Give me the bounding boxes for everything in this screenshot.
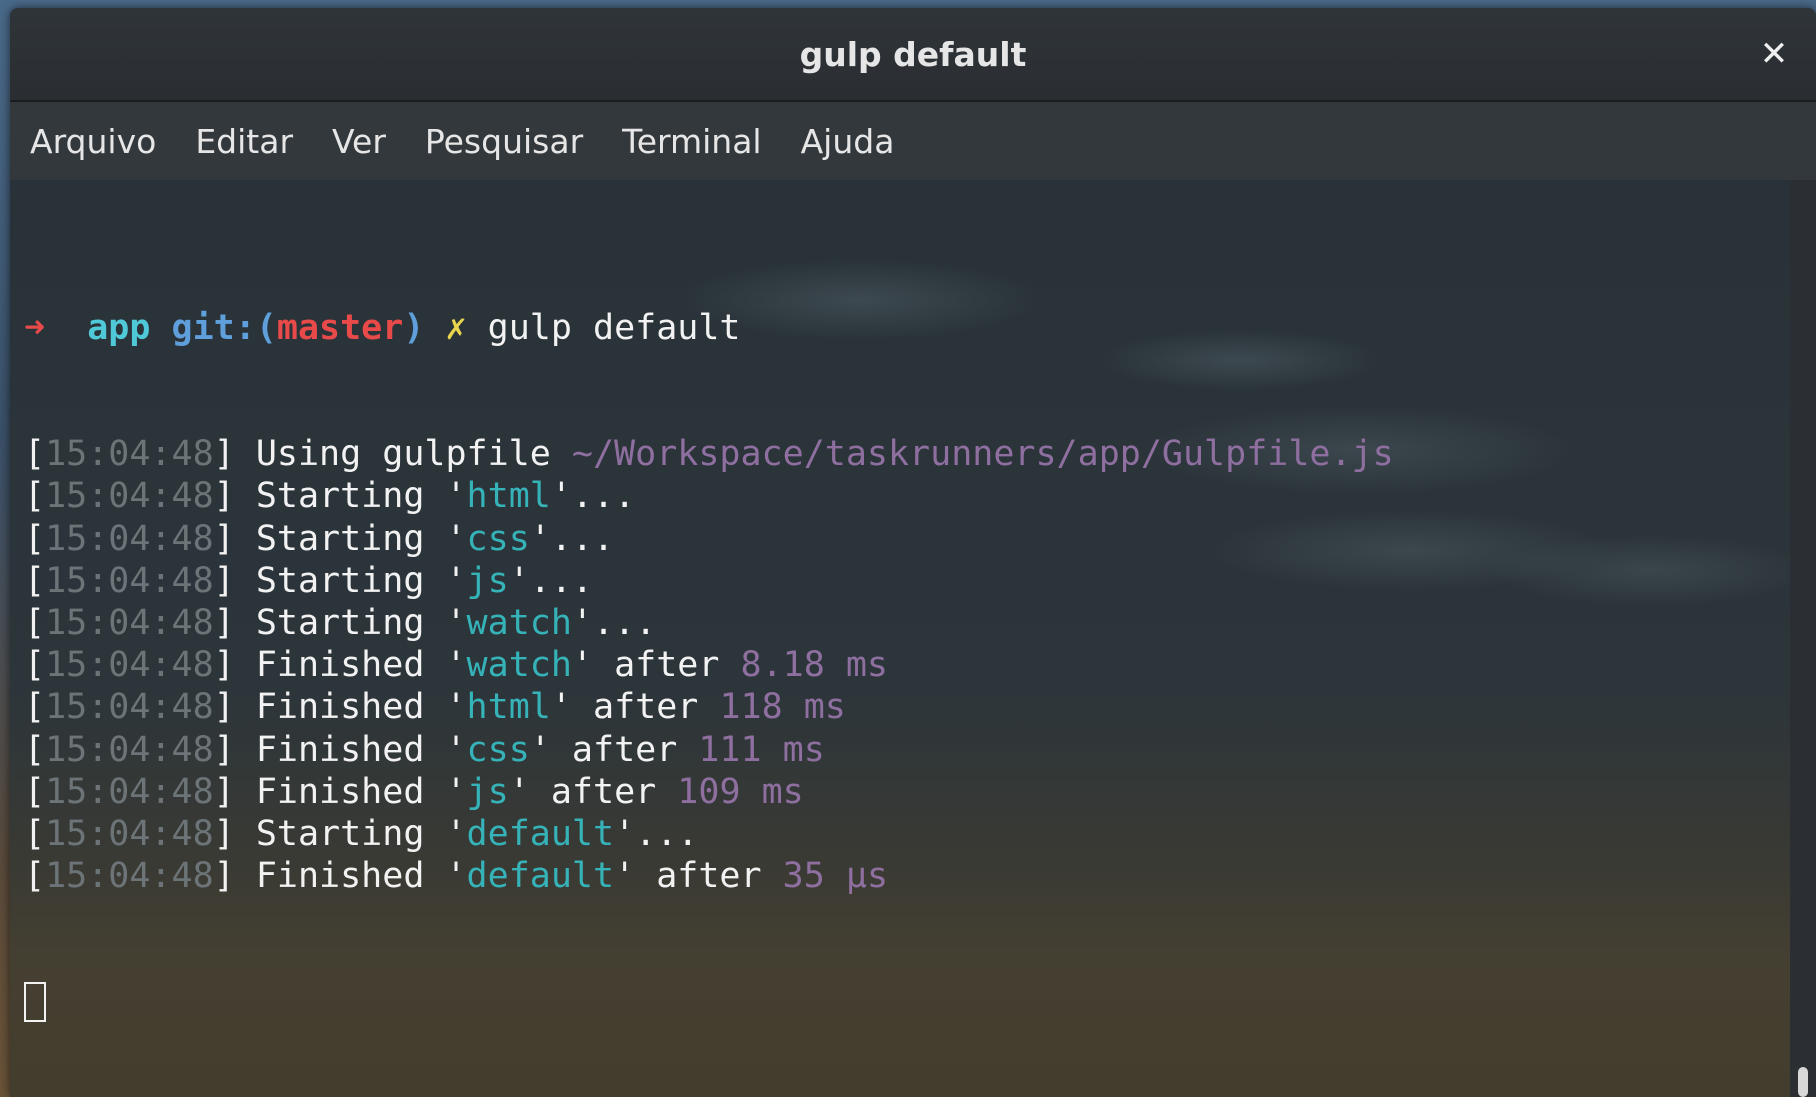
task-name: js (466, 560, 509, 601)
log-line: [15:04:48] Using gulpfile ~/Workspace/ta… (24, 434, 1394, 475)
log-verb: Finished (255, 771, 425, 812)
task-duration: 111 ms (698, 729, 825, 770)
task-name: html (466, 687, 551, 728)
log-verb: Starting (255, 602, 425, 643)
prompt-git-suffix: ) (403, 307, 425, 348)
log-after: after (571, 729, 678, 770)
task-duration: 118 ms (719, 687, 846, 728)
log-timestamp: 15:04:48 (45, 856, 214, 897)
log-line: [15:04:48] Finished 'js' after 109 ms (24, 771, 804, 812)
prompt-command: gulp default (487, 307, 741, 348)
log-timestamp: 15:04:48 (45, 729, 214, 770)
log-timestamp: 15:04:48 (45, 476, 214, 517)
task-name: js (466, 771, 509, 812)
task-name: default (466, 813, 615, 854)
task-duration: 35 μs (782, 856, 889, 897)
task-name: default (466, 856, 615, 897)
menu-item-pesquisar[interactable]: Pesquisar (425, 122, 583, 161)
log-ellipsis: ... (635, 813, 699, 854)
log-line: [15:04:48] Starting 'js'... (24, 560, 593, 601)
log-verb: Finished (255, 687, 425, 728)
log-ellipsis: ... (550, 518, 615, 559)
menu-item-ajuda[interactable]: Ajuda (801, 122, 895, 161)
log-verb: Finished (255, 729, 425, 770)
log-line: [15:04:48] Starting 'watch'... (24, 602, 657, 643)
menu-item-ver[interactable]: Ver (332, 122, 386, 161)
prompt-branch: master (276, 307, 404, 348)
task-name: html (466, 476, 551, 517)
log-timestamp: 15:04:48 (45, 602, 214, 643)
dirty-mark-icon: ✗ (445, 307, 467, 348)
cursor-line (24, 981, 1790, 1024)
log-line: [15:04:48] Starting 'default'... (24, 813, 699, 854)
log-line: [15:04:48] Finished 'default' after 35 μ… (24, 856, 889, 897)
task-name: watch (466, 602, 572, 643)
terminal-window: gulp default ✕ Arquivo Editar Ver Pesqui… (10, 8, 1816, 1097)
scrollbar[interactable] (1790, 180, 1816, 1097)
log-after: after (593, 687, 699, 728)
terminal-cursor (24, 981, 46, 1022)
menu-item-terminal[interactable]: Terminal (622, 122, 761, 161)
log-line: [15:04:48] Starting 'html'... (24, 476, 636, 517)
scrollbar-thumb[interactable] (1798, 1067, 1808, 1097)
log-timestamp: 15:04:48 (45, 560, 214, 601)
task-duration: 109 ms (677, 771, 804, 812)
log-verb: Starting (255, 518, 425, 559)
task-name: watch (466, 645, 572, 686)
menu-bar: Arquivo Editar Ver Pesquisar Terminal Aj… (10, 102, 1816, 180)
log-timestamp: 15:04:48 (45, 687, 214, 728)
title-bar[interactable]: gulp default ✕ (10, 8, 1816, 102)
close-icon[interactable]: ✕ (1754, 34, 1794, 74)
log-timestamp: 15:04:48 (45, 771, 214, 812)
log-line: [15:04:48] Finished 'css' after 111 ms (24, 729, 825, 770)
terminal-output[interactable]: ➜ app git:(master) ✗ gulp default [15:04… (10, 180, 1790, 1097)
log-ellipsis: ... (592, 602, 657, 643)
log-verb: Starting (255, 476, 425, 517)
prompt-git-prefix: git:( (171, 307, 277, 348)
prompt-arrow-icon: ➜ (24, 307, 46, 348)
log-timestamp: 15:04:48 (45, 434, 214, 475)
log-line: [15:04:48] Finished 'html' after 118 ms (24, 687, 846, 728)
menu-item-arquivo[interactable]: Arquivo (30, 122, 156, 161)
log-verb: Starting (255, 560, 425, 601)
menu-item-editar[interactable]: Editar (195, 122, 293, 161)
log-output: [15:04:48] Using gulpfile ~/Workspace/ta… (24, 433, 1790, 897)
log-timestamp: 15:04:48 (45, 645, 214, 686)
log-after: after (656, 856, 762, 897)
log-line: [15:04:48] Starting 'css'... (24, 518, 615, 559)
log-verb: Finished (255, 645, 425, 686)
window-title: gulp default (799, 34, 1027, 74)
log-timestamp: 15:04:48 (45, 518, 214, 559)
log-verb: Using gulpfile (255, 434, 551, 475)
prompt-cwd: app (87, 307, 151, 348)
log-verb: Starting (255, 813, 425, 854)
task-name: css (466, 729, 530, 770)
log-verb: Finished (255, 856, 425, 897)
log-after: after (550, 771, 657, 812)
task-name: css (466, 518, 530, 559)
log-timestamp: 15:04:48 (45, 813, 214, 854)
prompt-line: ➜ app git:(master) ✗ gulp default (24, 307, 1790, 349)
task-duration: 8.18 ms (740, 645, 889, 686)
log-ellipsis: ... (571, 476, 636, 517)
log-after: after (614, 645, 720, 686)
gulpfile-path: ~/Workspace/taskrunners/app/Gulpfile.js (571, 434, 1394, 475)
log-line: [15:04:48] Finished 'watch' after 8.18 m… (24, 645, 889, 686)
log-ellipsis: ... (529, 560, 593, 601)
